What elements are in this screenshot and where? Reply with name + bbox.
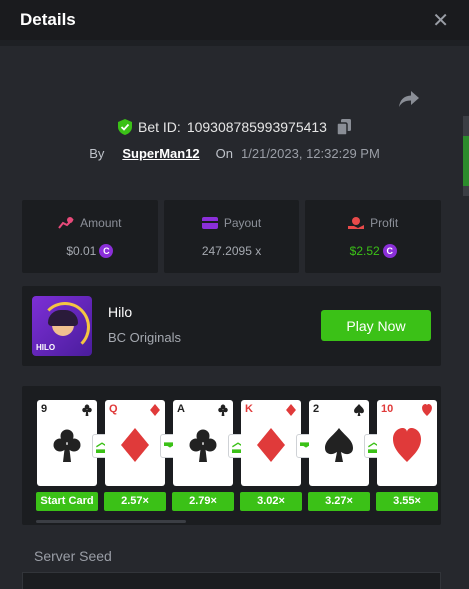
payout-label: Payout bbox=[223, 216, 262, 230]
diamond-icon bbox=[286, 404, 296, 416]
stat-profit: Profit $2.52 C bbox=[305, 200, 442, 273]
coin-icon: C bbox=[382, 244, 397, 258]
thumb-hair bbox=[48, 310, 78, 326]
playing-card: 10 bbox=[377, 400, 437, 486]
multiplier-label: 2.79× bbox=[172, 492, 234, 511]
spade-suit-icon bbox=[325, 428, 353, 462]
multiplier-label: 3.02× bbox=[240, 492, 302, 511]
multiplier-label: 2.57× bbox=[104, 492, 166, 511]
playing-card: K bbox=[241, 400, 301, 486]
copy-icon[interactable] bbox=[336, 119, 351, 135]
heart-suit-icon bbox=[393, 428, 421, 462]
multiplier-label: 3.27× bbox=[308, 492, 370, 511]
playing-card: Q bbox=[105, 400, 165, 486]
amount-value: $0.01 bbox=[66, 244, 97, 258]
hilo-history: 9 Start Card ︿ ▬ Q 2.57× ▬ ﹀ A 2.79× ︿ ▬ K 3.02× ▬ ﹀ 2 3.… bbox=[22, 386, 441, 525]
playing-card: 9 bbox=[37, 400, 97, 486]
card-rank: Q bbox=[109, 403, 118, 415]
game-name: Hilo bbox=[108, 304, 133, 320]
bet-id-row: Bet ID: 109308785993975413 bbox=[0, 119, 469, 135]
history-scrollbar[interactable] bbox=[36, 520, 186, 523]
diamond-suit-icon bbox=[257, 428, 285, 462]
bet-details-modal: Details ✕ Bet ID: 109308785993975413 By … bbox=[0, 0, 469, 589]
card-rank: A bbox=[177, 403, 185, 415]
playing-card: 2 bbox=[309, 400, 369, 486]
club-suit-icon bbox=[189, 429, 217, 462]
play-now-button[interactable]: Play Now bbox=[321, 310, 431, 341]
thumb-tag: HILO bbox=[36, 343, 56, 352]
start-card-label: Start Card bbox=[36, 492, 98, 511]
heart-icon bbox=[422, 404, 432, 416]
amount-icon bbox=[58, 217, 74, 229]
club-suit-icon bbox=[53, 429, 81, 462]
profit-label: Profit bbox=[370, 216, 399, 230]
club-icon bbox=[218, 404, 228, 416]
share-icon[interactable] bbox=[399, 90, 419, 108]
playing-card: A bbox=[173, 400, 233, 486]
bet-id-value: 109308785993975413 bbox=[186, 119, 327, 135]
username-link[interactable]: SuperMan12 bbox=[122, 146, 199, 161]
amount-label: Amount bbox=[80, 216, 122, 230]
game-provider: BC Originals bbox=[108, 330, 181, 345]
modal-body: Bet ID: 109308785993975413 By SuperMan12… bbox=[0, 46, 469, 589]
stat-amount: Amount $0.01 C bbox=[22, 200, 158, 273]
bet-byline: By SuperMan12 On 1/21/2023, 12:32:29 PM bbox=[0, 146, 469, 161]
card-rank: 9 bbox=[41, 403, 48, 415]
spade-icon bbox=[354, 404, 364, 416]
shield-check-icon bbox=[118, 119, 133, 135]
by-label: By bbox=[89, 146, 105, 161]
on-label: On bbox=[215, 146, 234, 161]
wallet-icon bbox=[201, 217, 218, 229]
card-rank: K bbox=[245, 403, 253, 415]
game-thumbnail[interactable]: HILO bbox=[32, 296, 92, 356]
bet-id-label: Bet ID: bbox=[138, 119, 181, 135]
profit-value: $2.52 bbox=[349, 244, 380, 258]
server-seed-label: Server Seed bbox=[34, 548, 112, 564]
payout-value: 247.2095 x bbox=[201, 244, 262, 258]
card-rank: 2 bbox=[313, 403, 320, 415]
bet-stats: Amount $0.01 C Payout 247.2095 x Profit … bbox=[22, 200, 442, 273]
server-seed-field bbox=[22, 572, 441, 589]
coin-icon: C bbox=[99, 244, 114, 258]
modal-title: Details bbox=[20, 10, 76, 29]
stat-payout: Payout 247.2095 x bbox=[163, 200, 300, 273]
club-icon bbox=[82, 404, 92, 416]
card-rank: 10 bbox=[381, 403, 394, 415]
close-icon[interactable]: ✕ bbox=[432, 8, 449, 33]
diamond-icon bbox=[150, 404, 160, 416]
modal-header: Details ✕ bbox=[0, 0, 469, 40]
multiplier-label: 3.55× bbox=[376, 492, 438, 511]
diamond-suit-icon bbox=[121, 428, 149, 462]
profit-icon bbox=[348, 217, 365, 229]
game-card: HILO Hilo BC Originals Play Now bbox=[22, 286, 441, 366]
bet-date: 1/21/2023, 12:32:29 PM bbox=[241, 146, 380, 161]
